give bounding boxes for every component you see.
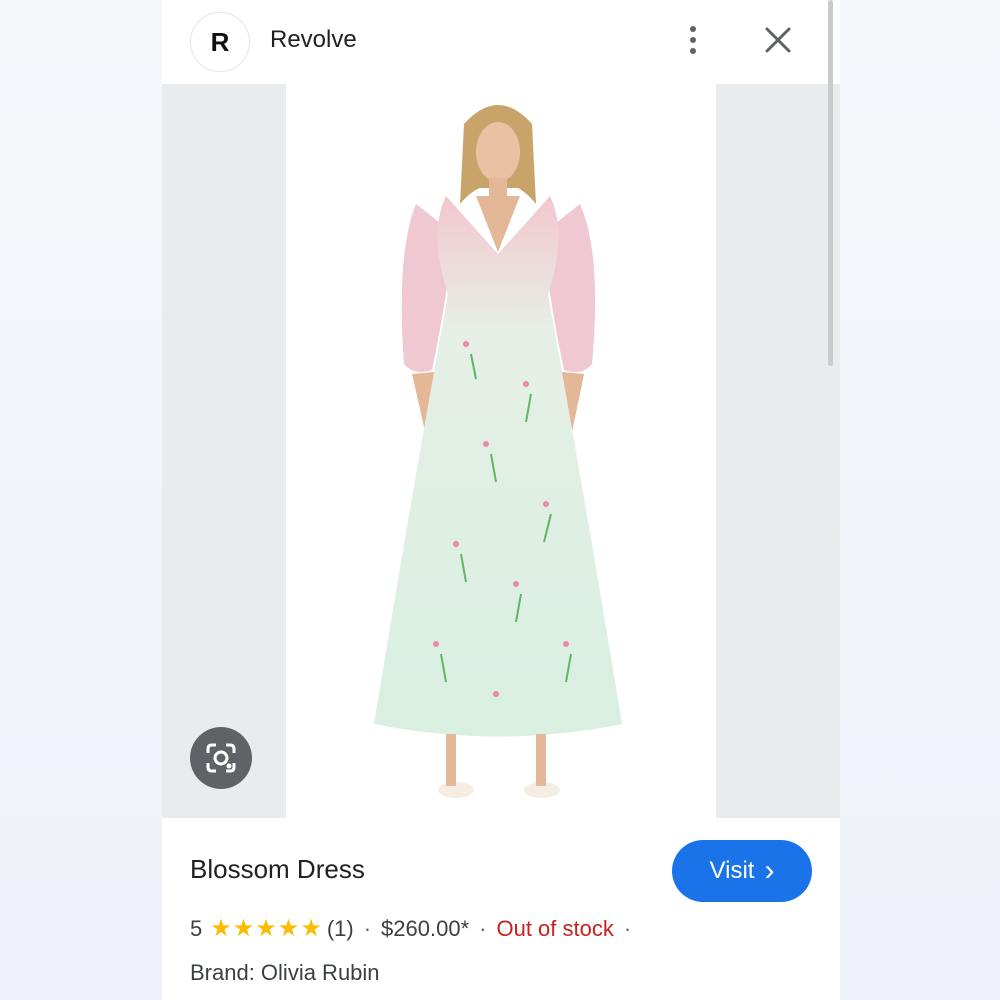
site-name[interactable]: Revolve xyxy=(270,26,357,54)
visit-button[interactable]: Visit › xyxy=(672,840,812,902)
chevron-right-icon: › xyxy=(764,854,775,887)
rating-value: 5 xyxy=(190,915,203,941)
separator: · xyxy=(363,915,372,941)
product-title[interactable]: Blossom Dress xyxy=(190,854,365,885)
result-panel: R Revolve Blossom Dress Visit › 5 ★★★★★ … xyxy=(162,0,840,1000)
google-lens-icon[interactable] xyxy=(190,727,252,789)
separator: · xyxy=(479,915,487,941)
product-photo[interactable] xyxy=(286,84,716,818)
visit-label: Visit xyxy=(709,857,755,884)
brand-line: Brand: Olivia Rubin xyxy=(190,960,380,985)
price: $260.00* xyxy=(381,915,470,941)
separator: · xyxy=(623,915,632,941)
rating-stars-icon: ★★★★★ xyxy=(210,915,323,942)
scrollbar[interactable] xyxy=(828,0,833,366)
product-meta: 5 ★★★★★ (1) · $260.00* · Out of stock · xyxy=(190,914,641,943)
product-info: Blossom Dress Visit › 5 ★★★★★ (1) · $260… xyxy=(162,818,840,1000)
result-header: R Revolve xyxy=(162,0,840,84)
site-logo[interactable]: R xyxy=(190,12,250,72)
availability-status: Out of stock xyxy=(496,915,614,941)
product-image-area xyxy=(162,84,840,818)
close-icon[interactable] xyxy=(762,24,794,56)
rating-count[interactable]: (1) xyxy=(327,916,354,942)
more-vert-icon[interactable] xyxy=(680,24,706,56)
